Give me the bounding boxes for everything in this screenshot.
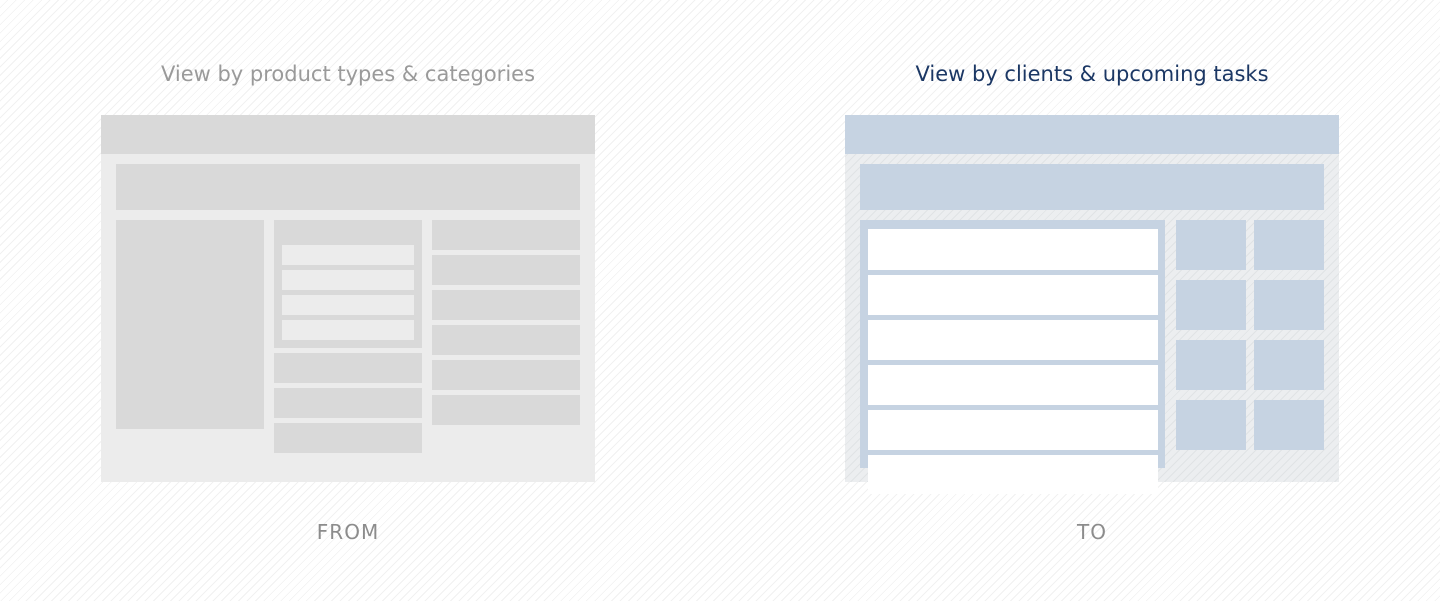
from-category-item bbox=[282, 295, 414, 315]
from-banner bbox=[116, 164, 580, 210]
from-header-bar bbox=[101, 115, 595, 154]
to-task-tile bbox=[1176, 220, 1246, 270]
from-block bbox=[432, 395, 580, 425]
from-category-item bbox=[282, 270, 414, 290]
to-task-tile bbox=[1254, 280, 1324, 330]
from-block bbox=[274, 423, 422, 453]
from-block bbox=[432, 255, 580, 285]
from-block bbox=[274, 353, 422, 383]
from-block bbox=[432, 290, 580, 320]
from-sidebar bbox=[116, 220, 264, 429]
to-task-tile bbox=[1176, 400, 1246, 450]
from-category-item bbox=[282, 320, 414, 340]
from-caption: FROM bbox=[316, 520, 380, 544]
to-banner bbox=[860, 164, 1324, 210]
from-category-item bbox=[282, 245, 414, 265]
from-block bbox=[432, 325, 580, 355]
to-task-tile bbox=[1254, 400, 1324, 450]
from-block bbox=[274, 388, 422, 418]
to-client-row bbox=[868, 275, 1158, 315]
to-task-tile bbox=[1176, 340, 1246, 390]
to-client-row bbox=[868, 320, 1158, 360]
to-task-tile bbox=[1254, 340, 1324, 390]
from-block bbox=[432, 360, 580, 390]
from-block bbox=[432, 220, 580, 250]
to-client-row bbox=[868, 229, 1158, 270]
to-header-bar bbox=[845, 115, 1339, 154]
to-task-tile bbox=[1254, 220, 1324, 270]
to-client-row bbox=[868, 455, 1158, 494]
to-title: View by clients & upcoming tasks bbox=[915, 62, 1269, 86]
to-client-row bbox=[868, 365, 1158, 405]
from-title: View by product types & categories bbox=[160, 62, 536, 86]
to-client-row bbox=[868, 410, 1158, 450]
to-task-tile bbox=[1176, 280, 1246, 330]
to-caption: TO bbox=[1077, 520, 1107, 544]
